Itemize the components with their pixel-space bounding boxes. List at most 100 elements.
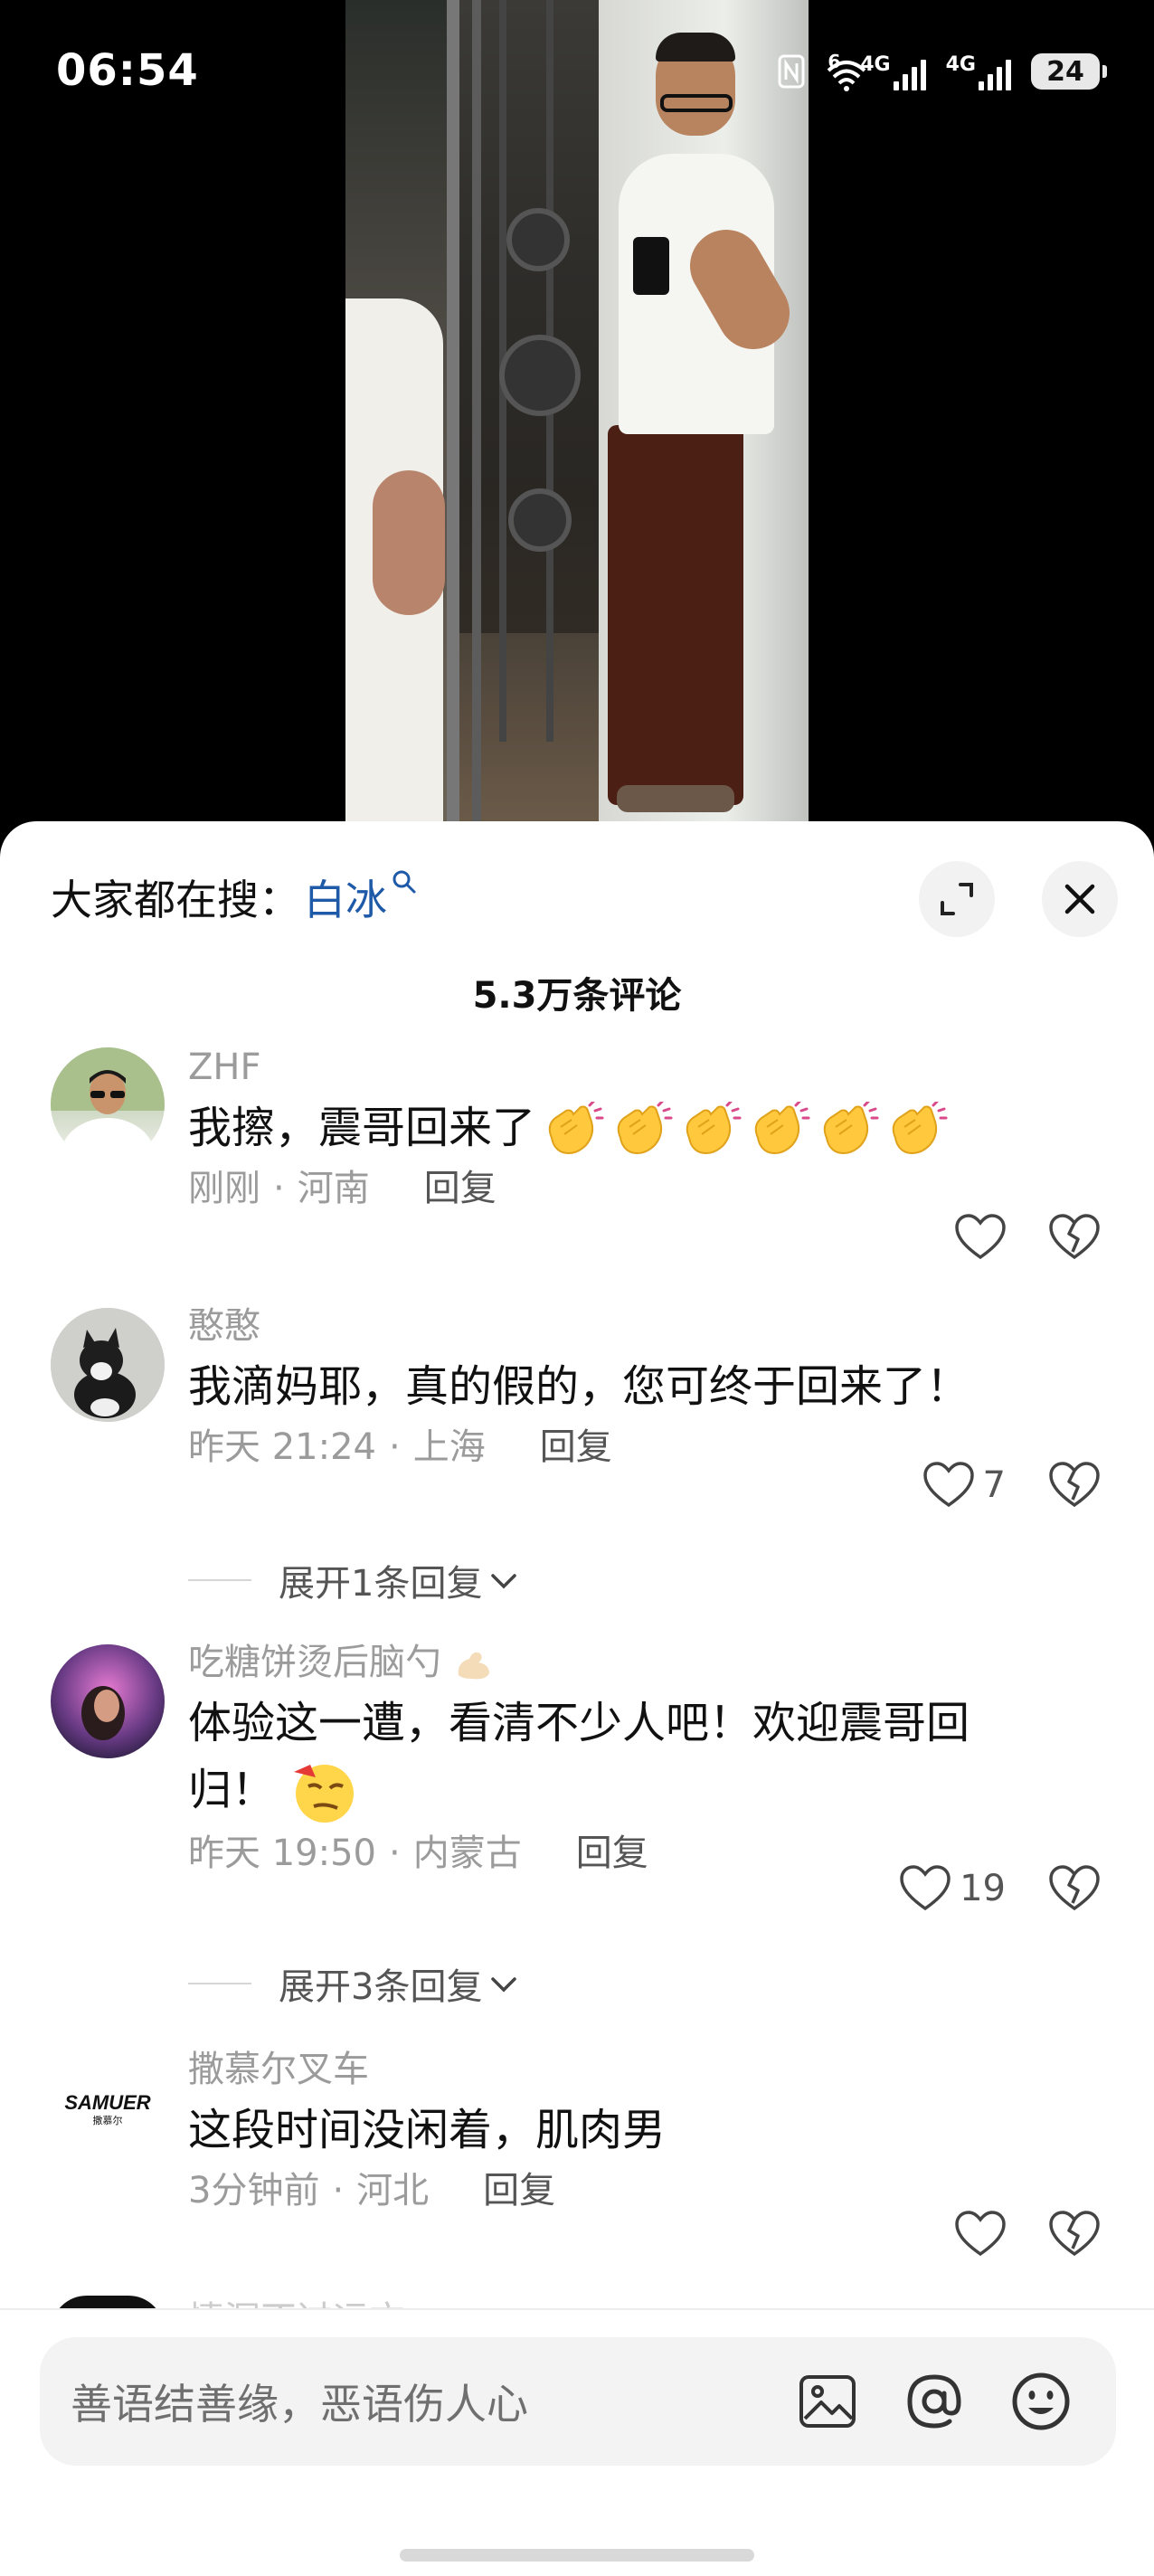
comment-text-line-text: 归！ bbox=[188, 1765, 276, 1815]
avatar-image bbox=[51, 1308, 165, 1422]
avatar[interactable] bbox=[51, 1047, 165, 1161]
comment-body: 憨憨 我滴妈耶，真的假的，您可终于回来了！ 昨天 21:24 · 上海 回复 bbox=[188, 1301, 1118, 1474]
comment-count: 5.3万条评论 bbox=[472, 975, 682, 1017]
clapping-hands-emoji bbox=[548, 1102, 604, 1154]
avatar-image bbox=[51, 1047, 165, 1161]
expand-replies-line bbox=[188, 1579, 251, 1581]
comment-text: 这段时间没闲着，肌肉男 bbox=[188, 2105, 667, 2155]
comment-location: 河南 bbox=[297, 1168, 370, 1209]
comment-username-text: 吃糖饼烫后脑勺 bbox=[188, 1642, 441, 1683]
home-indicator[interactable] bbox=[400, 2549, 754, 2562]
expand-replies-button[interactable]: 展开1条回复 bbox=[188, 1554, 522, 1606]
avatar[interactable] bbox=[51, 1644, 165, 1758]
separator-dot: · bbox=[389, 1833, 401, 1874]
comment-username[interactable]: 吃糖饼烫后脑勺 bbox=[188, 1637, 1118, 1688]
comment-time: 昨天 21:24 bbox=[188, 1426, 376, 1468]
signal-2: 4G bbox=[946, 53, 1011, 90]
clapping-hands-emoji bbox=[686, 1102, 742, 1154]
comment-input[interactable]: 善语结善缘，恶语伤人心 bbox=[40, 2337, 1116, 2466]
trending-search-term[interactable]: 白冰 bbox=[304, 867, 387, 927]
comment-text: 我擦，震哥回来了 bbox=[188, 1094, 1118, 1161]
comment-username[interactable]: ZHF bbox=[188, 1042, 1118, 1093]
dislike-button[interactable] bbox=[1049, 2211, 1100, 2261]
broken-heart-icon bbox=[1049, 1214, 1100, 1260]
close-button[interactable] bbox=[1042, 861, 1118, 937]
comment-text: 我滴妈耶，真的假的，您可终于回来了！ bbox=[188, 1361, 970, 1412]
like-button[interactable] bbox=[955, 1214, 1006, 1261]
comment-body: 吃糖饼烫后脑勺 体验这一遭，看清不少人吧！欢迎震哥回 归！ 昨天 19:50 ·… bbox=[188, 1637, 1118, 1880]
comment-meta: 刚刚 · 河南 回复 bbox=[188, 1161, 1118, 1216]
comment-text-line: 体验这一遭，看清不少人吧！欢迎震哥回 bbox=[188, 1698, 970, 1748]
separator-dot: · bbox=[273, 1168, 285, 1209]
separator-dot: · bbox=[332, 2170, 345, 2211]
avatar-logo-subtext: 撒慕尔 bbox=[93, 2114, 123, 2126]
reply-button[interactable]: 回复 bbox=[424, 1161, 497, 1216]
like-button[interactable] bbox=[955, 2211, 1006, 2258]
like-count: 7 bbox=[982, 1464, 1006, 1506]
comments-panel: 大家都在搜： 白冰 5.3万条评论 ZHF 我擦，震哥回来了 刚刚 · 河南 回… bbox=[0, 821, 1154, 2576]
avatar-image bbox=[51, 1644, 165, 1758]
like-button[interactable]: 19 bbox=[900, 1865, 1006, 1912]
network-type-1: 4G bbox=[860, 52, 891, 76]
clapping-hands-emoji bbox=[823, 1102, 879, 1154]
reply-button[interactable]: 回复 bbox=[576, 1826, 648, 1880]
comment-text-line-2: 归！ bbox=[188, 1757, 1118, 1826]
avatar[interactable]: SAMUER 撒慕尔 bbox=[51, 2051, 165, 2165]
comment-time: 3分钟前 bbox=[188, 2170, 320, 2211]
comment-username[interactable]: 撒慕尔叉车 bbox=[188, 2044, 1118, 2095]
dislike-button[interactable] bbox=[1049, 1865, 1100, 1916]
expand-replies-label: 展开1条回复 bbox=[279, 1563, 483, 1605]
wifi-indicator: 6 bbox=[825, 51, 866, 92]
reply-button[interactable]: 回复 bbox=[540, 1420, 612, 1474]
expand-replies-button[interactable]: 展开3条回复 bbox=[188, 1957, 522, 2010]
avatar-logo-text: SAMUER bbox=[64, 2091, 150, 2114]
image-icon bbox=[799, 2375, 856, 2428]
clapping-hands-emoji bbox=[617, 1102, 673, 1154]
dislike-button[interactable] bbox=[1049, 1462, 1100, 1512]
comment-input-placeholder: 善语结善缘，恶语伤人心 bbox=[71, 2380, 528, 2429]
reply-button[interactable]: 回复 bbox=[483, 2164, 555, 2218]
like-button[interactable]: 7 bbox=[922, 1462, 1006, 1509]
status-time: 06:54 bbox=[56, 45, 199, 96]
avatar[interactable] bbox=[51, 1308, 165, 1422]
wifi-label: 6 bbox=[828, 51, 841, 72]
comment-meta: 3分钟前 · 河北 回复 bbox=[188, 2164, 1118, 2218]
dislike-button[interactable] bbox=[1049, 1214, 1100, 1264]
video-person-shoes bbox=[617, 785, 734, 812]
mention-button[interactable] bbox=[903, 2370, 966, 2433]
chevron-down-icon bbox=[491, 1574, 517, 1589]
clapping-hands-emoji bbox=[754, 1102, 810, 1154]
signal-bars-icon bbox=[893, 58, 926, 90]
signal-bars-icon bbox=[979, 58, 1011, 90]
emoji-button[interactable] bbox=[1009, 2370, 1073, 2433]
comment-username[interactable]: 憨憨 bbox=[188, 1301, 1118, 1351]
comment-time: 刚刚 bbox=[188, 1168, 260, 1209]
video-weight-plate bbox=[508, 488, 572, 552]
broken-heart-icon bbox=[1049, 1865, 1100, 1911]
heart-icon bbox=[922, 1462, 974, 1508]
avatar-image: SAMUER 撒慕尔 bbox=[51, 2051, 165, 2165]
search-icon[interactable] bbox=[391, 868, 418, 895]
expand-button[interactable] bbox=[919, 861, 995, 937]
video-weight-plate bbox=[499, 335, 581, 416]
comment-location: 内蒙古 bbox=[412, 1833, 522, 1874]
image-button[interactable] bbox=[796, 2370, 859, 2433]
smirk-emoji bbox=[294, 1765, 355, 1823]
signal-1: 4G bbox=[860, 52, 926, 90]
expand-icon bbox=[941, 883, 973, 915]
trending-search-row: 大家都在搜： 白冰 bbox=[51, 861, 1118, 937]
broken-heart-icon bbox=[1049, 1462, 1100, 1508]
comment-text-content: 我擦，震哥回来了 bbox=[188, 1103, 536, 1153]
comment-username[interactable]: 情深不过远方 bbox=[188, 2290, 405, 2308]
battery-icon: 24 bbox=[1031, 53, 1107, 90]
like-count: 19 bbox=[960, 1868, 1006, 1909]
separator-dot: · bbox=[389, 1426, 401, 1468]
battery-level: 24 bbox=[1046, 55, 1084, 88]
comment-time: 昨天 19:50 bbox=[188, 1833, 376, 1874]
clapping-hands-emoji-group bbox=[535, 1102, 948, 1154]
comment-text: 体验这一遭，看清不少人吧！欢迎震哥回 归！ bbox=[188, 1690, 1118, 1826]
expand-replies-line bbox=[188, 1983, 251, 1984]
comment-input-bar: 善语结善缘，恶语伤人心 bbox=[0, 2308, 1154, 2576]
broken-heart-icon bbox=[1049, 2211, 1100, 2257]
network-type-2: 4G bbox=[945, 52, 976, 76]
